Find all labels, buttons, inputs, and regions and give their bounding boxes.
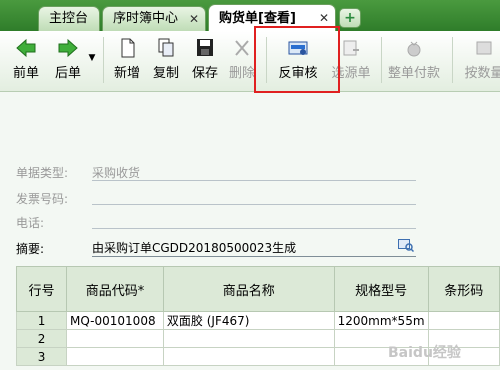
prev-label: 前单 [12, 66, 39, 81]
new-label: 新增 [113, 66, 140, 81]
money-bag-icon [407, 41, 421, 57]
summary-label: 摘要: [16, 242, 45, 256]
tab-console[interactable]: 主控台 [38, 6, 100, 31]
delete-label: 删除 [228, 66, 255, 81]
header-code: 商品代码* [66, 266, 164, 312]
chevron-down-icon[interactable]: ▼ [87, 53, 97, 103]
copy-icon [158, 38, 174, 57]
cell-name[interactable]: 双面胶 (JF467) [162, 311, 335, 330]
floppy-disk-icon [197, 39, 213, 56]
cell-code[interactable] [66, 347, 164, 366]
cell-code[interactable]: MQ-00101008 [66, 311, 164, 330]
pay-all-button[interactable]: 整单付款 [384, 35, 444, 85]
header-barcode: 条形码 [427, 266, 500, 312]
invoice-field[interactable] [92, 204, 416, 205]
delete-x-icon [235, 40, 249, 56]
close-icon[interactable]: ✕ [189, 7, 199, 31]
cell-name[interactable] [162, 347, 335, 366]
save-label: 保存 [191, 66, 218, 81]
tab-label: 主控台 [49, 11, 89, 26]
tab-list-center[interactable]: 序时簿中心 ✕ [102, 6, 206, 31]
save-button[interactable]: 保存 [189, 35, 221, 85]
cell-barcode[interactable] [427, 311, 500, 330]
header-name: 商品名称 [162, 266, 335, 312]
new-document-icon [121, 38, 135, 58]
quantity-icon [476, 41, 492, 55]
next-button[interactable]: 后单 [52, 35, 84, 85]
by-quantity-button[interactable]: 按数量 [460, 35, 500, 85]
new-button[interactable]: 新增 [111, 35, 143, 85]
tab-bar: 主控台 序时簿中心 ✕ 购货单[查看] ✕ + [0, 0, 500, 31]
toolbar-separator [381, 37, 382, 83]
copy-button[interactable]: 复制 [150, 35, 182, 85]
plus-icon[interactable]: + [339, 8, 361, 28]
next-label: 后单 [54, 66, 81, 81]
tab-label: 序时簿中心 [113, 11, 179, 26]
row-number: 3 [15, 347, 68, 366]
cell-name[interactable] [162, 329, 335, 348]
phone-label: 电话: [16, 216, 45, 230]
row-number: 1 [15, 311, 68, 330]
doc-type-underline [92, 180, 416, 181]
table-row[interactable]: 1 MQ-00101008 双面胶 (JF467) 1200mm*55m [15, 311, 500, 330]
phone-field[interactable] [92, 228, 416, 229]
summary-value: 由采购订单CGDD20180500023生成 [92, 241, 297, 255]
table-header-row: 行号 商品代码* 商品名称 规格型号 条形码 [15, 266, 500, 312]
watermark: Baidu经验 [388, 345, 461, 361]
source-document-icon [343, 40, 359, 56]
toolbar-separator [103, 37, 104, 83]
arrow-left-icon [16, 38, 36, 58]
doc-type-label: 单据类型: [16, 166, 69, 180]
highlight-box [254, 26, 340, 93]
invoice-label: 发票号码: [16, 192, 69, 206]
cell-spec[interactable]: 1200mm*55m [333, 311, 429, 330]
doc-type-value: 采购收货 [92, 166, 141, 180]
tab-label: 购货单[查看] [219, 11, 296, 26]
pay-all-label: 整单付款 [387, 66, 440, 81]
lookup-icon[interactable] [398, 238, 414, 252]
toolbar: 前单 后单 ▼ 新增 复制 保存 删除 反审核 选源单 整单付款 按数量 [0, 31, 500, 92]
arrow-right-icon [58, 38, 78, 58]
header-row-no: 行号 [15, 266, 68, 312]
prev-button[interactable]: 前单 [10, 35, 42, 85]
cell-code[interactable] [66, 329, 164, 348]
row-number: 2 [15, 329, 68, 348]
toolbar-separator [452, 37, 453, 83]
header-spec: 规格型号 [333, 266, 429, 312]
by-qty-label: 按数量 [464, 66, 500, 81]
copy-label: 复制 [152, 66, 179, 81]
